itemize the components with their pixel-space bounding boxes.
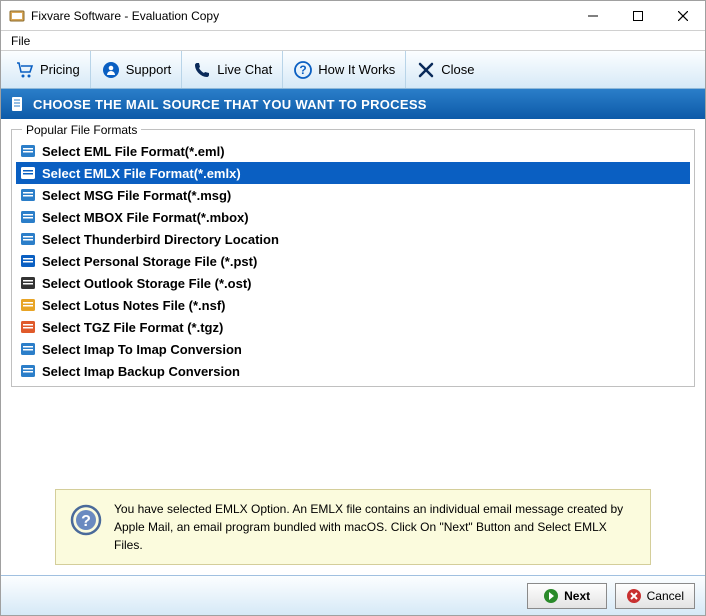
file-format-icon bbox=[20, 297, 36, 313]
info-text: You have selected EMLX Option. An EMLX f… bbox=[114, 500, 636, 554]
file-format-item[interactable]: Select Lotus Notes File (*.nsf) bbox=[16, 294, 690, 316]
section-header: CHOOSE THE MAIL SOURCE THAT YOU WANT TO … bbox=[1, 89, 705, 119]
cart-icon bbox=[15, 60, 35, 80]
file-format-icon bbox=[20, 341, 36, 357]
file-format-list: Select EML File Format(*.eml) Select EMLX… bbox=[16, 140, 690, 382]
toolbar-label: Close bbox=[441, 62, 474, 77]
file-format-label: Select EML File Format(*.eml) bbox=[42, 144, 225, 159]
file-format-icon bbox=[20, 165, 36, 181]
close-icon bbox=[416, 60, 436, 80]
menu-file[interactable]: File bbox=[1, 32, 40, 50]
file-format-icon bbox=[20, 253, 36, 269]
file-format-label: Select Imap To Imap Conversion bbox=[42, 342, 242, 357]
info-panel: ? You have selected EMLX Option. An EMLX… bbox=[55, 489, 651, 565]
file-format-item[interactable]: Select Imap To Imap Conversion bbox=[16, 338, 690, 360]
file-format-icon bbox=[20, 363, 36, 379]
file-format-item[interactable]: Select EMLX File Format(*.emlx) bbox=[16, 162, 690, 184]
footer-bar: Next Cancel bbox=[1, 575, 705, 615]
maximize-button[interactable] bbox=[615, 1, 660, 30]
file-format-icon bbox=[20, 187, 36, 203]
file-format-label: Select Thunderbird Directory Location bbox=[42, 232, 279, 247]
file-format-label: Select MSG File Format(*.msg) bbox=[42, 188, 231, 203]
svg-text:?: ? bbox=[81, 513, 91, 530]
window-title: Fixvare Software - Evaluation Copy bbox=[31, 9, 570, 23]
file-format-label: Select Imap Backup Conversion bbox=[42, 364, 240, 379]
titlebar: Fixvare Software - Evaluation Copy bbox=[1, 1, 705, 31]
toolbar-label: Pricing bbox=[40, 62, 80, 77]
app-window: Fixvare Software - Evaluation Copy File … bbox=[0, 0, 706, 616]
file-format-item[interactable]: Select EML File Format(*.eml) bbox=[16, 140, 690, 162]
cancel-icon bbox=[626, 588, 642, 604]
minimize-button[interactable] bbox=[570, 1, 615, 30]
button-label: Cancel bbox=[647, 589, 684, 603]
toolbar-label: How It Works bbox=[318, 62, 395, 77]
section-header-text: CHOOSE THE MAIL SOURCE THAT YOU WANT TO … bbox=[33, 97, 427, 112]
file-format-icon bbox=[20, 209, 36, 225]
group-legend: Popular File Formats bbox=[22, 123, 141, 137]
next-arrow-icon bbox=[543, 588, 559, 604]
app-icon bbox=[9, 8, 25, 24]
close-button[interactable]: Close bbox=[406, 51, 484, 88]
question-icon: ? bbox=[293, 60, 313, 80]
toolbar-label: Live Chat bbox=[217, 62, 272, 77]
file-format-label: Select Outlook Storage File (*.ost) bbox=[42, 276, 251, 291]
window-controls bbox=[570, 1, 705, 30]
file-format-label: Select TGZ File Format (*.tgz) bbox=[42, 320, 223, 335]
cancel-button[interactable]: Cancel bbox=[615, 583, 695, 609]
support-button[interactable]: Support bbox=[91, 51, 183, 88]
file-format-item[interactable]: Select Thunderbird Directory Location bbox=[16, 228, 690, 250]
file-format-icon bbox=[20, 275, 36, 291]
file-format-item[interactable]: Select Imap Backup Conversion bbox=[16, 360, 690, 382]
info-icon: ? bbox=[70, 504, 102, 536]
file-format-label: Select EMLX File Format(*.emlx) bbox=[42, 166, 241, 181]
button-label: Next bbox=[564, 589, 590, 603]
howitworks-button[interactable]: ? How It Works bbox=[283, 51, 406, 88]
livechat-button[interactable]: Live Chat bbox=[182, 51, 283, 88]
file-format-item[interactable]: Select Personal Storage File (*.pst) bbox=[16, 250, 690, 272]
menubar: File bbox=[1, 31, 705, 51]
file-format-icon bbox=[20, 231, 36, 247]
phone-icon bbox=[192, 60, 212, 80]
file-format-label: Select MBOX File Format(*.mbox) bbox=[42, 210, 249, 225]
file-format-item[interactable]: Select MBOX File Format(*.mbox) bbox=[16, 206, 690, 228]
pricing-button[interactable]: Pricing bbox=[5, 51, 91, 88]
file-format-icon bbox=[20, 319, 36, 335]
file-format-item[interactable]: Select Outlook Storage File (*.ost) bbox=[16, 272, 690, 294]
support-icon bbox=[101, 60, 121, 80]
content-spacer bbox=[11, 387, 695, 483]
toolbar: Pricing Support Live Chat ? How It Works… bbox=[1, 51, 705, 89]
document-icon bbox=[9, 96, 25, 112]
file-format-label: Select Lotus Notes File (*.nsf) bbox=[42, 298, 225, 313]
file-format-icon bbox=[20, 143, 36, 159]
file-format-item[interactable]: Select MSG File Format(*.msg) bbox=[16, 184, 690, 206]
file-format-item[interactable]: Select TGZ File Format (*.tgz) bbox=[16, 316, 690, 338]
content-area: Popular File Formats Select EML File For… bbox=[1, 119, 705, 575]
file-format-label: Select Personal Storage File (*.pst) bbox=[42, 254, 257, 269]
next-button[interactable]: Next bbox=[527, 583, 607, 609]
toolbar-label: Support bbox=[126, 62, 172, 77]
svg-text:?: ? bbox=[300, 63, 307, 77]
file-formats-group: Popular File Formats Select EML File For… bbox=[11, 129, 695, 387]
close-window-button[interactable] bbox=[660, 1, 705, 30]
